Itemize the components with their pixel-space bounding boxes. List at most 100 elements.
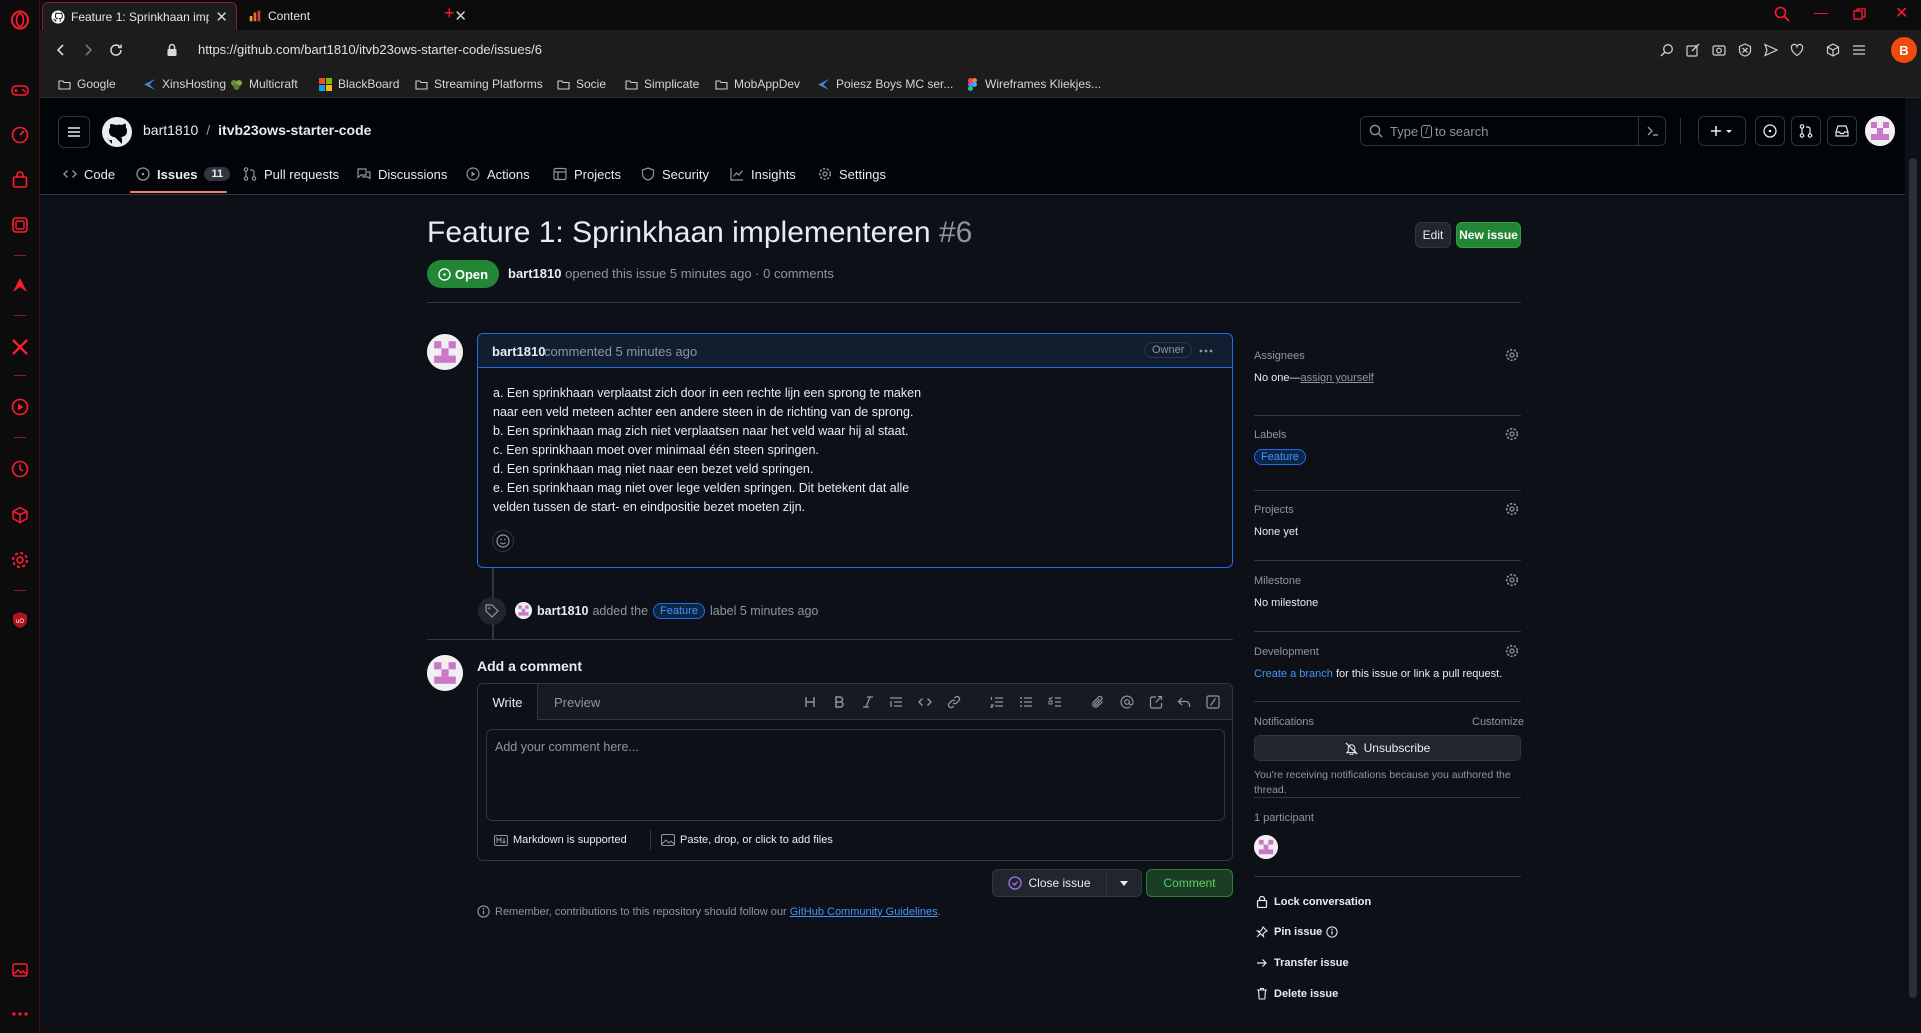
paperclip-icon[interactable] <box>1091 695 1105 709</box>
snapshot-icon[interactable] <box>1712 43 1726 57</box>
send-icon[interactable] <box>1764 43 1778 57</box>
repo-name-link[interactable]: itvb23ows-starter-code <box>218 122 371 138</box>
tab-insights[interactable]: Insights <box>730 160 796 188</box>
bookmark-item[interactable]: Socie <box>557 75 606 93</box>
github-logo-icon[interactable] <box>101 116 133 148</box>
reload-icon[interactable] <box>108 42 124 58</box>
unordered-list-icon[interactable] <box>1019 695 1033 709</box>
mention-icon[interactable] <box>1120 695 1134 709</box>
tab-search-icon[interactable] <box>1774 6 1790 22</box>
milestone-gear-icon[interactable] <box>1505 573 1519 587</box>
opera-logo-icon[interactable] <box>10 10 30 30</box>
italic-icon[interactable] <box>861 695 875 709</box>
pull-requests-shortcut-button[interactable] <box>1791 116 1821 146</box>
ublock-icon[interactable]: uO <box>10 610 30 630</box>
issues-shortcut-button[interactable] <box>1755 116 1785 146</box>
participant-avatar[interactable] <box>1254 835 1278 859</box>
lock-conversation-action[interactable]: Lock conversation <box>1256 895 1371 908</box>
assign-yourself-link[interactable]: assign yourself <box>1300 372 1373 384</box>
transfer-issue-action[interactable]: Transfer issue <box>1256 957 1349 969</box>
tab-content[interactable]: Content ✕ <box>240 2 475 30</box>
tab-code[interactable]: Code <box>63 160 115 188</box>
tab-discussions[interactable]: Discussions <box>357 160 447 188</box>
comment-author-link[interactable]: bart1810 <box>492 344 545 359</box>
forward-icon[interactable] <box>81 43 95 57</box>
tab-close-icon[interactable]: ✕ <box>454 7 467 25</box>
assignees-gear-icon[interactable] <box>1505 348 1519 362</box>
more-icon[interactable] <box>10 1004 30 1024</box>
ordered-list-icon[interactable] <box>990 695 1004 709</box>
search-input[interactable]: Type / to search <box>1360 116 1666 146</box>
heading-icon[interactable] <box>803 695 817 709</box>
development-gear-icon[interactable] <box>1505 644 1519 658</box>
extensions-icon[interactable] <box>1826 43 1840 57</box>
bold-icon[interactable] <box>832 695 846 709</box>
bookmark-item[interactable]: Simplicate <box>625 75 699 93</box>
preview-tab[interactable]: Preview <box>554 695 600 710</box>
commenter-avatar[interactable] <box>427 334 463 370</box>
tab-projects[interactable]: Projects <box>553 160 621 188</box>
new-tab-button[interactable]: + <box>444 3 455 24</box>
profile-avatar[interactable]: B <box>1891 37 1917 63</box>
repo-owner-link[interactable]: bart1810 <box>143 122 198 138</box>
kebab-menu-icon[interactable] <box>1198 345 1214 357</box>
feature-label[interactable]: Feature <box>653 602 705 619</box>
close-issue-dropdown[interactable] <box>1107 880 1141 886</box>
aria-ai-icon[interactable] <box>10 275 30 295</box>
projects-gear-icon[interactable] <box>1505 502 1519 516</box>
page-scrollbar[interactable] <box>1905 98 1921 1033</box>
create-new-button[interactable] <box>1698 116 1746 146</box>
close-issue-button[interactable]: Close issue <box>993 870 1107 896</box>
url-field[interactable]: https://github.com/bart1810/itvb23ows-st… <box>198 42 542 57</box>
comment-textarea[interactable]: Add your comment here... <box>486 729 1225 821</box>
customize-link[interactable]: Customize <box>1472 716 1524 728</box>
tab-pull-requests[interactable]: Pull requests <box>243 160 339 188</box>
scrollbar-thumb[interactable] <box>1909 158 1917 998</box>
search-page-icon[interactable] <box>1660 43 1674 57</box>
reply-icon[interactable] <box>1177 695 1191 709</box>
tab-issue[interactable]: Feature 1: Sprinkhaan implementeren ✕ <box>42 2 237 30</box>
slash-command-icon[interactable] <box>1206 695 1220 709</box>
issue-author-link[interactable]: bart1810 <box>508 266 561 281</box>
edit-page-icon[interactable] <box>1686 43 1700 57</box>
comment-button[interactable]: Comment <box>1146 869 1233 897</box>
bookmark-item[interactable]: Multicraft <box>230 75 298 93</box>
delete-issue-action[interactable]: Delete issue <box>1256 987 1338 1000</box>
shop-bag-icon[interactable] <box>10 170 30 190</box>
minimize-button[interactable]: — <box>1814 4 1828 20</box>
bookmark-item[interactable]: MobAppDev <box>715 75 800 93</box>
event-actor-avatar[interactable] <box>515 602 532 619</box>
easy-setup-icon[interactable] <box>1852 43 1866 57</box>
new-issue-button[interactable]: New issue <box>1456 222 1521 248</box>
command-palette-icon[interactable] <box>1647 125 1659 137</box>
write-tab[interactable]: Write <box>478 684 538 720</box>
feature-label[interactable]: Feature <box>1254 449 1306 465</box>
guidelines-link[interactable]: GitHub Community Guidelines <box>790 906 938 918</box>
window-close-button[interactable]: ✕ <box>1895 3 1908 23</box>
wallpaper-icon[interactable] <box>10 960 30 980</box>
news-icon[interactable] <box>10 215 30 235</box>
task-list-icon[interactable] <box>1048 695 1062 709</box>
back-icon[interactable] <box>54 43 68 57</box>
bookmark-item[interactable]: Streaming Platforms <box>415 75 543 93</box>
tab-issues[interactable]: Issues 11 <box>136 160 231 188</box>
bookmark-heart-icon[interactable] <box>1790 43 1804 57</box>
gamepad-icon[interactable] <box>10 80 30 100</box>
restore-button[interactable] <box>1853 8 1866 21</box>
extensions-cube-icon[interactable] <box>10 505 30 525</box>
tab-security[interactable]: Security <box>641 160 709 188</box>
x-twitter-icon[interactable] <box>10 337 30 357</box>
attach-files-hint[interactable]: Paste, drop, or click to add files <box>661 834 833 846</box>
bookmark-item[interactable]: Poiesz Boys MC ser... <box>817 75 953 93</box>
link-icon[interactable] <box>947 695 961 709</box>
adblock-icon[interactable] <box>1738 43 1752 57</box>
bookmark-item[interactable]: BlackBoard <box>319 75 399 93</box>
markdown-hint[interactable]: Markdown is supported <box>494 834 627 846</box>
tab-close-icon[interactable]: ✕ <box>215 8 228 26</box>
code-icon[interactable] <box>918 695 932 709</box>
user-avatar[interactable] <box>1865 116 1895 146</box>
bookmark-item[interactable]: XinsHosting <box>143 75 226 93</box>
history-icon[interactable] <box>10 459 30 479</box>
tab-settings[interactable]: Settings <box>818 160 886 188</box>
bookmark-item[interactable]: Google <box>58 75 116 93</box>
